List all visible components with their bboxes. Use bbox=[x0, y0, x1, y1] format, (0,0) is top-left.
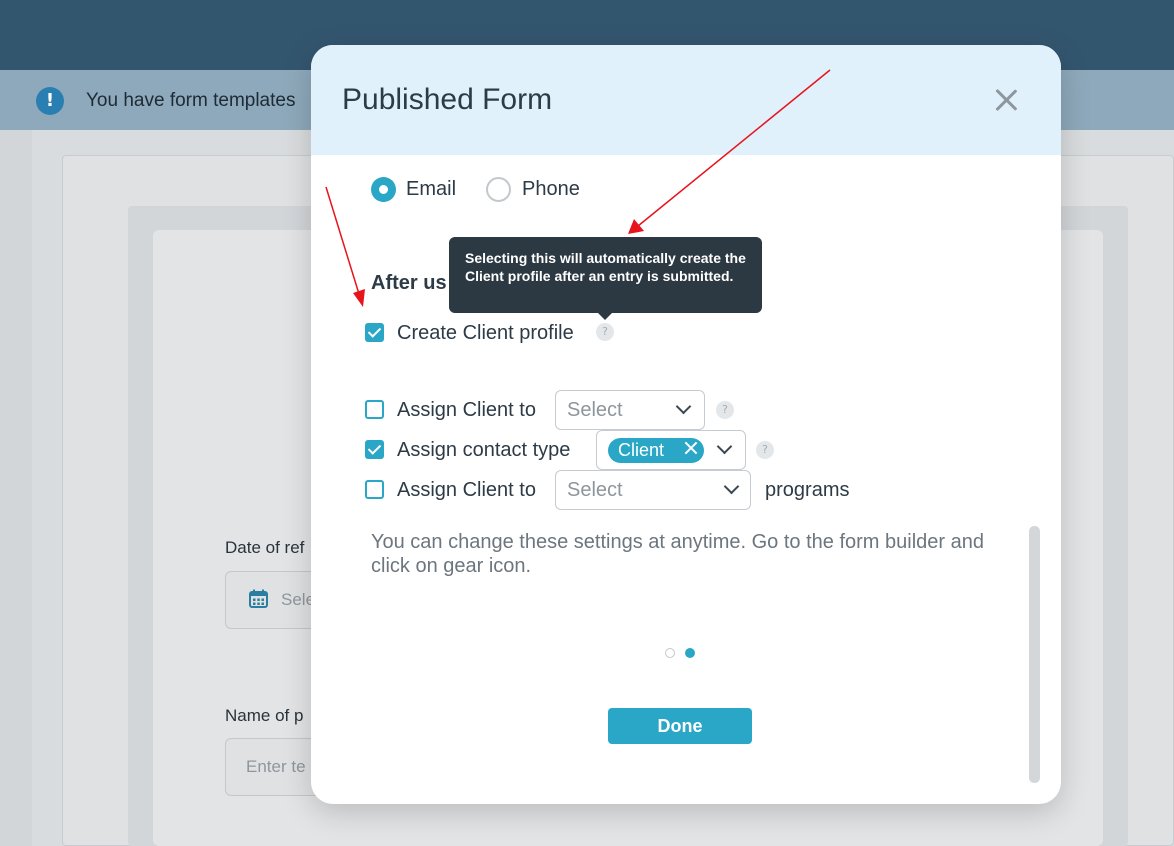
settings-hint: You can change these settings at anytime… bbox=[371, 531, 984, 577]
chevron-down-icon bbox=[675, 398, 692, 415]
name-of-person-label: Name of p bbox=[225, 706, 304, 725]
assign-client-programs-checkbox[interactable] bbox=[365, 480, 384, 499]
assign-client-to-label: Assign Client to bbox=[397, 399, 536, 421]
contact-type-select[interactable]: Client bbox=[596, 430, 746, 470]
email-radio[interactable] bbox=[371, 177, 396, 202]
done-button[interactable]: Done bbox=[608, 708, 752, 744]
phone-radio[interactable] bbox=[486, 177, 511, 202]
name-placeholder: Enter te bbox=[246, 757, 306, 776]
create-client-profile-label: Create Client profile bbox=[397, 322, 574, 344]
help-icon[interactable]: ? bbox=[716, 401, 734, 419]
phone-radio-label: Phone bbox=[522, 178, 580, 200]
side-strip bbox=[0, 130, 32, 846]
tooltip: Selecting this will automatically create… bbox=[449, 237, 762, 320]
programs-suffix: programs bbox=[765, 479, 850, 501]
modal-title: Published Form bbox=[342, 83, 553, 116]
date-of-referral-label: Date of ref bbox=[225, 538, 305, 557]
tooltip-text: Selecting this will automatically create… bbox=[465, 250, 746, 284]
select-placeholder: Select bbox=[567, 479, 623, 501]
assign-client-programs-label: Assign Client to bbox=[397, 479, 536, 501]
pagination-dot-2[interactable] bbox=[685, 648, 695, 658]
published-form-modal: Published Form Email Phone After us Crea… bbox=[311, 45, 1061, 804]
client-chip: Client bbox=[608, 438, 704, 463]
pagination-dot-1[interactable] bbox=[665, 648, 675, 658]
assign-contact-type-checkbox[interactable] bbox=[365, 440, 384, 459]
create-client-profile-checkbox[interactable] bbox=[365, 323, 384, 342]
scrollbar[interactable] bbox=[1029, 526, 1040, 783]
help-icon[interactable]: ? bbox=[596, 323, 614, 341]
select-placeholder: Select bbox=[567, 399, 623, 421]
chip-label: Client bbox=[618, 440, 665, 460]
exclamation-icon: ! bbox=[36, 87, 64, 115]
calendar-icon bbox=[249, 589, 268, 608]
chevron-down-icon bbox=[716, 438, 733, 455]
programs-select[interactable]: Select bbox=[555, 470, 751, 510]
date-placeholder: Sele bbox=[281, 590, 316, 609]
assign-client-to-checkbox[interactable] bbox=[365, 400, 384, 419]
assign-contact-type-label: Assign contact type bbox=[397, 439, 571, 461]
close-icon[interactable] bbox=[993, 87, 1019, 113]
section-heading: After us bbox=[371, 272, 447, 294]
chevron-down-icon bbox=[723, 478, 740, 495]
assign-client-to-select[interactable]: Select bbox=[555, 390, 705, 430]
chip-remove-icon[interactable] bbox=[684, 441, 698, 455]
notice-text: You have form templates bbox=[86, 90, 296, 111]
email-radio-label: Email bbox=[406, 178, 457, 200]
help-icon[interactable]: ? bbox=[756, 441, 774, 459]
